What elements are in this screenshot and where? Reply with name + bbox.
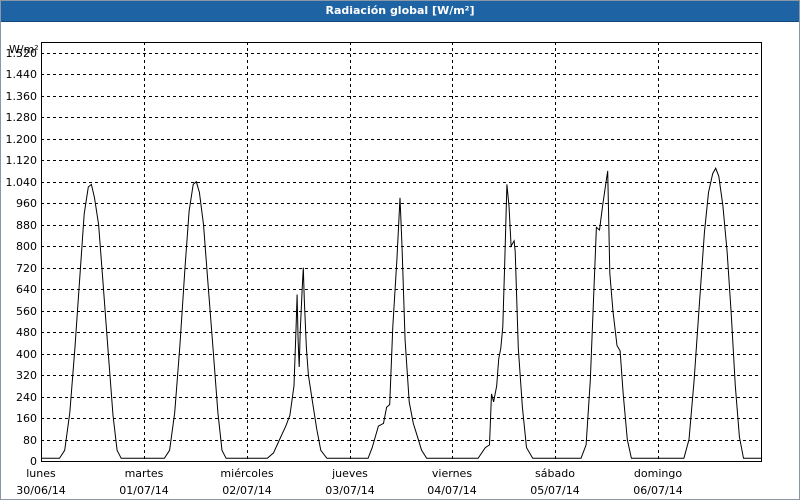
y-tick-label: 560 xyxy=(16,305,37,318)
y-tick-label: 80 xyxy=(23,434,37,447)
y-tick-label: 160 xyxy=(16,412,37,425)
y-tick-label: 1.120 xyxy=(6,154,38,167)
chart-title: Radiación global [W/m²] xyxy=(1,1,799,22)
y-tick-label: 240 xyxy=(16,391,37,404)
x-tick-date-label: 04/07/14 xyxy=(427,484,476,497)
y-tick-label: 640 xyxy=(16,283,37,296)
x-tick-day-label: martes xyxy=(125,467,164,480)
y-tick-label: 1.440 xyxy=(6,68,38,81)
x-tick-day-label: domingo xyxy=(634,467,682,480)
x-tick-date-label: 06/07/14 xyxy=(633,484,682,497)
y-tick-label: 720 xyxy=(16,262,37,275)
radiation-series-line xyxy=(41,167,761,459)
x-tick-date-label: 30/06/14 xyxy=(16,484,65,497)
y-tick-label: 1.360 xyxy=(6,90,38,103)
y-tick-labels: 0801602403204004805606407208008809601.04… xyxy=(6,47,38,468)
chart-window: Radiación global [W/m²] W/m² 0 80 160 240 32… xyxy=(0,0,800,500)
y-tick-label: 960 xyxy=(16,197,37,210)
y-tick-label: 480 xyxy=(16,326,37,339)
chart-plot: W/m² 08016024032040048056064072080088096… xyxy=(6,42,762,497)
x-tick-day-label: lunes xyxy=(26,467,56,480)
y-tick-label: 1.200 xyxy=(6,133,38,146)
y-tick-label: 1.520 xyxy=(6,47,38,60)
y-tick-label: 400 xyxy=(16,348,37,361)
y-tick-label: 1.280 xyxy=(6,111,38,124)
plot-frame xyxy=(41,42,762,462)
x-tick-date-label: 03/07/14 xyxy=(325,484,374,497)
x-tick-day-label: jueves xyxy=(331,467,368,480)
x-tick-day-label: viernes xyxy=(432,467,472,480)
x-tick-date-label: 02/07/14 xyxy=(222,484,271,497)
y-tick-label: 800 xyxy=(16,240,37,253)
y-tick-label: 1.040 xyxy=(6,176,38,189)
x-tick-labels: lunes 30/06/14 martes 01/07/14 miércoles 02/0… xyxy=(16,467,682,497)
x-tick-day-label: miércoles xyxy=(220,467,273,480)
x-tick-day-label: sábado xyxy=(535,467,575,480)
y-tick-label: 320 xyxy=(16,369,37,382)
y-tick-label: 880 xyxy=(16,219,37,232)
x-tick-date-label: 05/07/14 xyxy=(530,484,579,497)
grid-lines xyxy=(41,42,761,461)
x-tick-date-label: 01/07/14 xyxy=(119,484,168,497)
